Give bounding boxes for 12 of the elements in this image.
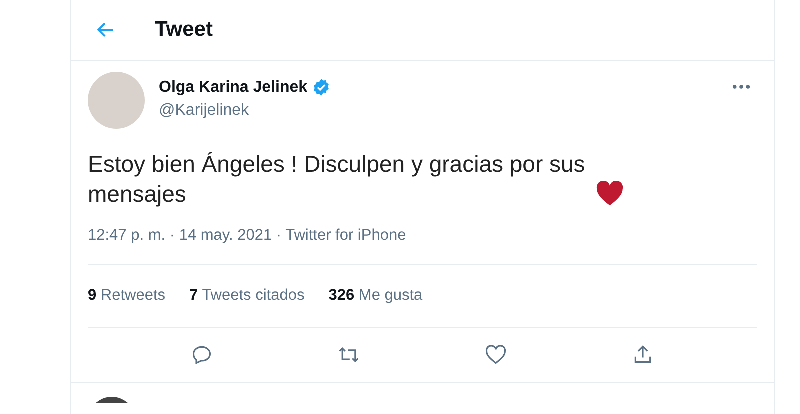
more-options-icon[interactable] bbox=[732, 84, 751, 90]
heart-icon bbox=[596, 181, 624, 207]
reply-icon[interactable] bbox=[190, 344, 213, 366]
engagement-stat[interactable]: 7 Tweets citados bbox=[190, 287, 305, 305]
engagement-stat[interactable]: 9 Retweets bbox=[88, 287, 166, 305]
like-icon[interactable] bbox=[485, 344, 508, 366]
author-name[interactable]: Olga Karina Jelinek bbox=[159, 78, 308, 96]
page-title: Tweet bbox=[155, 18, 213, 42]
tweet-text: Estoy bien Ángeles ! Disculpen y gracias por sus mensajes bbox=[88, 150, 586, 209]
author-handle[interactable]: @Karijelinek bbox=[159, 102, 331, 120]
tweet-timestamp[interactable]: 12:47 p. m. · 14 may. 2021 · Twitter for iPhone bbox=[88, 227, 757, 265]
engagement-stat[interactable]: 326 Me gusta bbox=[328, 287, 423, 305]
